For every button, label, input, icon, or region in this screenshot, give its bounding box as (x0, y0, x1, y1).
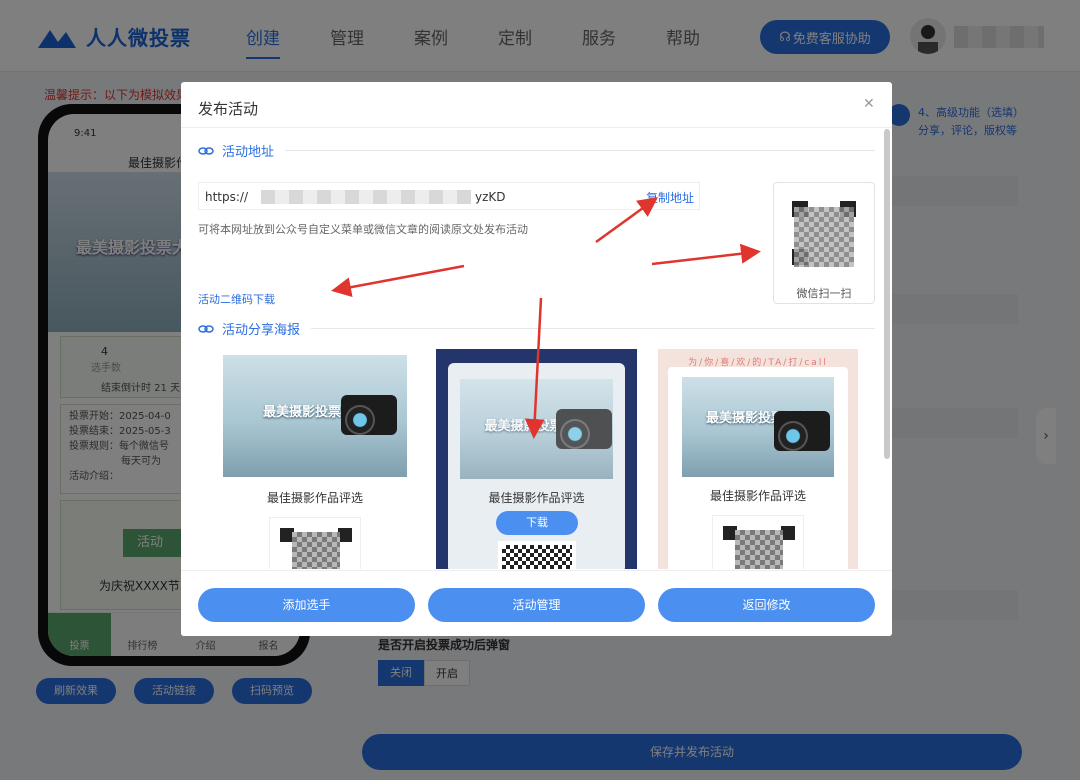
arrow-to-qr-code (651, 243, 761, 266)
arrow-to-poster-download (524, 297, 545, 439)
arrow-to-qr-download (331, 264, 465, 298)
annotation-arrows (331, 197, 761, 439)
arrow-to-copy (595, 197, 659, 244)
